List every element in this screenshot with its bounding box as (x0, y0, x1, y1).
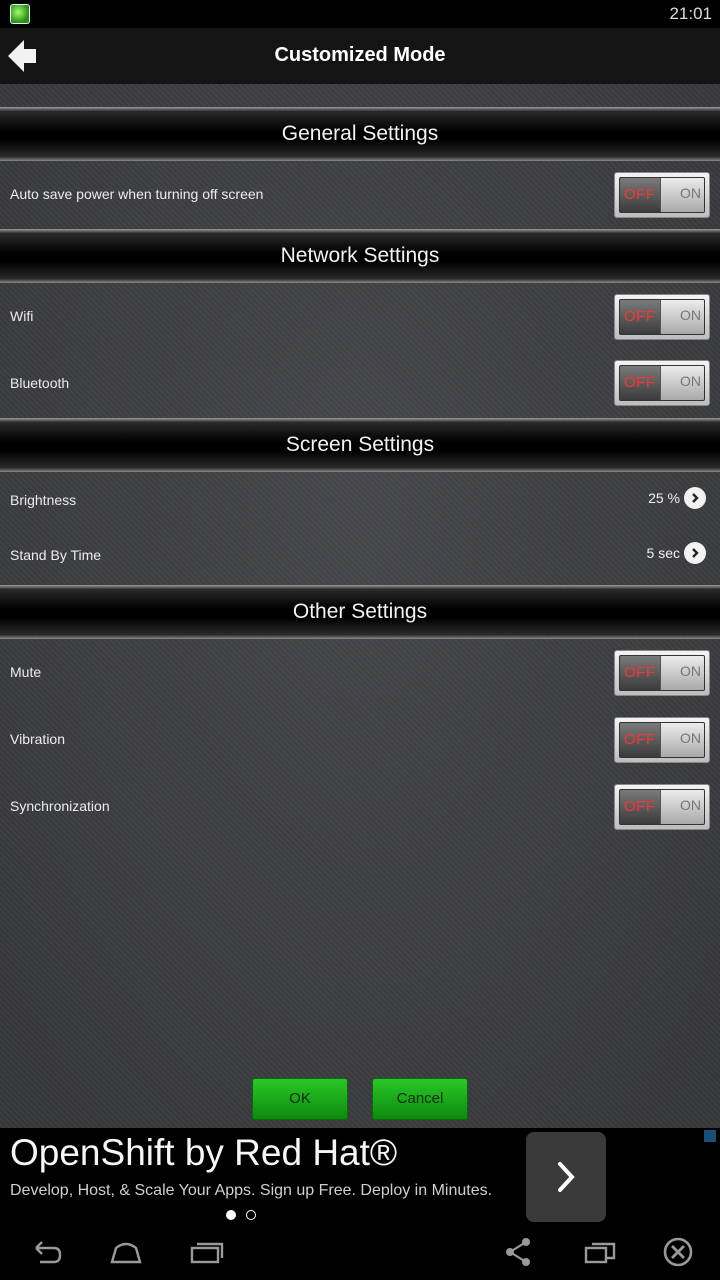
toggle-on-label: ON (680, 307, 701, 323)
bluetooth-toggle[interactable]: OFF ON (614, 360, 710, 406)
section-header-network: Network Settings (0, 229, 720, 283)
cancel-button[interactable]: Cancel (372, 1078, 468, 1120)
ad-subtext: Develop, Host, & Scale Your Apps. Sign u… (10, 1182, 493, 1199)
section-header-general: General Settings (0, 107, 720, 161)
standby-value: 5 sec (646, 545, 680, 561)
brightness-value-button[interactable]: 25 % (648, 487, 706, 509)
ad-action-button[interactable] (526, 1132, 606, 1222)
recent-apps-icon[interactable] (186, 1234, 226, 1270)
toggle-on-label: ON (680, 185, 701, 201)
page-dot-active (226, 1210, 236, 1220)
toggle-off-label: OFF (624, 186, 656, 203)
toggle-off-label: OFF (624, 664, 656, 681)
auto-save-label: Auto save power when turning off screen (10, 186, 264, 202)
settings-content: General Settings Auto save power when tu… (0, 84, 720, 1128)
ok-button[interactable]: OK (252, 1078, 348, 1120)
chevron-right-icon (684, 487, 706, 509)
window-icon[interactable] (580, 1234, 620, 1270)
status-time: 21:01 (669, 4, 712, 23)
ad-banner[interactable]: OpenShift by Red Hat® Develop, Host, & S… (0, 1128, 720, 1224)
section-header-other: Other Settings (0, 585, 720, 639)
synchronization-toggle[interactable]: OFF ON (614, 784, 710, 830)
standby-value-button[interactable]: 5 sec (647, 542, 706, 564)
brightness-value: 25 % (648, 490, 680, 506)
auto-save-toggle[interactable]: OFF ON (614, 172, 710, 218)
chevron-right-icon (684, 542, 706, 564)
toggle-on-label: ON (680, 663, 701, 679)
toggle-off-label: OFF (624, 308, 656, 325)
status-bar: 21:01 (0, 0, 720, 28)
toggle-off-label: OFF (624, 731, 656, 748)
page-dot (246, 1210, 256, 1220)
wifi-toggle[interactable]: OFF ON (614, 294, 710, 340)
ad-headline: OpenShift by Red Hat® (10, 1132, 398, 1173)
toggle-on-label: ON (680, 797, 701, 813)
synchronization-label: Synchronization (10, 798, 110, 814)
ad-choices-icon[interactable] (704, 1130, 716, 1142)
vibration-label: Vibration (10, 731, 66, 747)
toggle-on-label: ON (680, 373, 701, 389)
toggle-off-label: OFF (624, 798, 656, 815)
mute-label: Mute (10, 664, 42, 680)
section-header-screen: Screen Settings (0, 418, 720, 472)
vibration-toggle[interactable]: OFF ON (614, 717, 710, 763)
title-bar: Customized Mode (0, 28, 720, 84)
mute-toggle[interactable]: OFF ON (614, 650, 710, 696)
standby-label: Stand By Time (10, 547, 102, 563)
brightness-label: Brightness (10, 492, 77, 508)
bluetooth-label: Bluetooth (10, 375, 70, 391)
home-icon[interactable] (106, 1234, 146, 1270)
system-nav-bar (0, 1224, 720, 1280)
wifi-label: Wifi (10, 308, 34, 324)
toggle-on-label: ON (680, 730, 701, 746)
chevron-right-icon (558, 1162, 575, 1192)
toggle-off-label: OFF (624, 374, 656, 391)
app-leaf-icon (10, 4, 30, 24)
back-icon[interactable] (26, 1234, 66, 1270)
share-icon[interactable] (498, 1234, 538, 1270)
ad-page-indicator (226, 1210, 256, 1220)
close-circle-icon[interactable] (658, 1234, 698, 1270)
page-title: Customized Mode (274, 44, 446, 66)
